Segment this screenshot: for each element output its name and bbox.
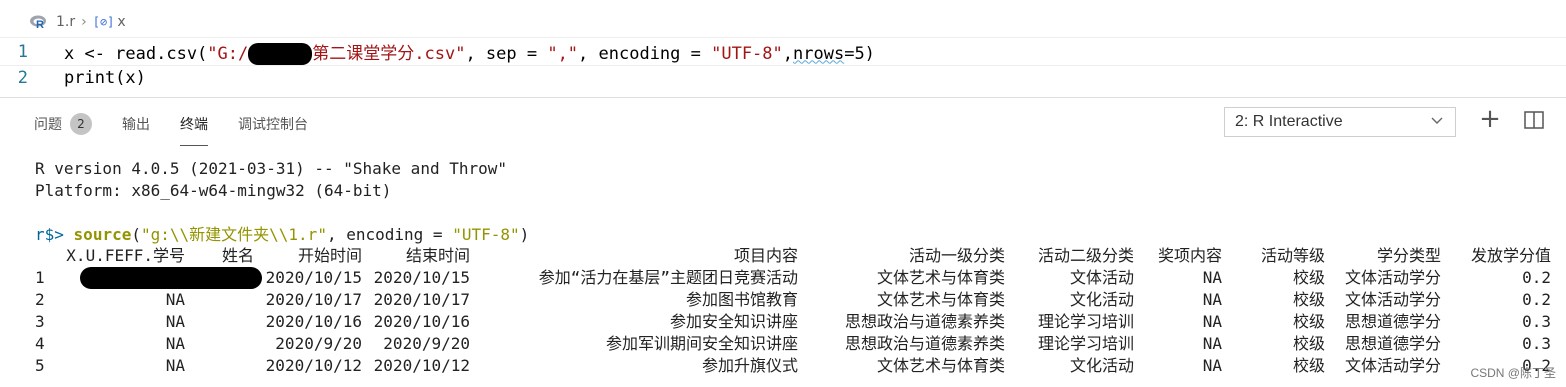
redaction-mark [248, 42, 313, 65]
row-index: 3 [35, 312, 45, 331]
table-cell: 校级 [1292, 312, 1325, 331]
breadcrumb: R 1.r › [⊘] x [30, 12, 126, 32]
table-cell: 校级 [1292, 356, 1325, 375]
table-cell: 参加军训期间安全知识讲座 [605, 334, 798, 353]
table-cell: 参加安全知识讲座 [669, 312, 798, 331]
table-cell: 2020/10/16 [373, 312, 470, 331]
column-header: X.U.FEFF.学号 [66, 246, 185, 265]
tab-problems[interactable]: 问题 2 [34, 110, 92, 138]
column-header: 项目内容 [733, 246, 798, 265]
table-cell: 2020/9/20 [275, 334, 362, 353]
table-cell: NA [1202, 334, 1222, 353]
table-cell: 2020/10/12 [265, 356, 362, 375]
breadcrumb-symbol[interactable]: x [117, 14, 125, 30]
table-cell: 思想政治与道德素养类 [844, 334, 1005, 353]
panel-tabs: 问题 2 输出 终端 调试控制台 [34, 110, 338, 146]
row-index: 4 [35, 334, 45, 353]
variable-icon: [⊘] [92, 15, 115, 29]
table-cell: 参加图书馆教育 [685, 290, 798, 309]
table-cell: 0.3 [1522, 312, 1551, 331]
table-cell: 0.2 [1522, 268, 1551, 287]
table-cell: 文体活动 [1069, 268, 1134, 287]
table-cell: NA [165, 356, 185, 375]
table-cell: 2020/10/15 [373, 268, 470, 287]
line-number: 2 [17, 67, 28, 88]
column-header: 姓名 [221, 246, 254, 265]
column-header: 活动等级 [1260, 246, 1325, 265]
plus-icon[interactable]: + [1478, 106, 1502, 132]
redaction-mark [80, 267, 262, 289]
tab-terminal[interactable]: 终端 [180, 110, 208, 146]
table-cell: 思想道德学分 [1344, 334, 1441, 353]
split-editor-icon[interactable] [1524, 111, 1544, 129]
column-header: 结束时间 [405, 246, 470, 265]
breadcrumb-file[interactable]: 1.r [56, 14, 75, 30]
table-cell: 理论学习培训 [1037, 334, 1134, 353]
r-file-icon: R [30, 15, 48, 29]
table-cell: 校级 [1292, 334, 1325, 353]
table-cell: 文体活动学分 [1344, 356, 1441, 375]
table-cell: 文体活动学分 [1344, 290, 1441, 309]
table-cell: 2020/10/17 [373, 290, 470, 309]
table-cell: NA [165, 312, 185, 331]
platform-line: Platform: x86_64-w64-mingw32 (64-bit) [35, 181, 392, 200]
column-header: 开始时间 [297, 246, 362, 265]
command-line: r$> source("g:\\新建文件夹\\1.r", encoding = … [35, 225, 530, 244]
tab-debug-console[interactable]: 调试控制台 [238, 110, 308, 138]
table-cell: NA [1202, 356, 1222, 375]
terminal-select[interactable]: 2: R Interactive [1224, 107, 1456, 137]
table-cell: NA [165, 334, 185, 353]
table-cell: 文体艺术与体育类 [876, 356, 1005, 375]
row-index: 1 [35, 268, 45, 287]
terminal-select-value: 2: R Interactive [1235, 113, 1343, 130]
table-cell: NA [1202, 312, 1222, 331]
chevron-right-icon: › [81, 14, 87, 30]
terminal-output[interactable]: R version 4.0.5 (2021-03-31) -- "Shake a… [0, 155, 1566, 387]
column-header: 奖项内容 [1157, 246, 1222, 265]
code-text: print(x) [64, 67, 146, 88]
table-cell: 2020/10/15 [265, 268, 362, 287]
code-editor[interactable]: R 1.r › [⊘] x 1 x <- read.csv("G:/第二课堂学分… [0, 0, 1566, 96]
code-line-1[interactable]: 1 x <- read.csv("G:/第二课堂学分.csv", sep = "… [0, 37, 1566, 66]
problems-count-badge: 2 [70, 113, 92, 135]
table-cell: 2020/10/12 [373, 356, 470, 375]
svg-text:R: R [36, 19, 44, 29]
column-header: 发放学分值 [1470, 246, 1551, 265]
table-cell: 文化活动 [1069, 356, 1134, 375]
row-index: 5 [35, 356, 45, 375]
table-cell: 思想政治与道德素养类 [844, 312, 1005, 331]
table-cell: NA [1202, 268, 1222, 287]
table-cell: NA [1202, 290, 1222, 309]
table-cell: 思想道德学分 [1344, 312, 1441, 331]
r-version-line: R version 4.0.5 (2021-03-31) -- "Shake a… [35, 159, 508, 178]
table-cell: 校级 [1292, 268, 1325, 287]
table-cell: 2020/9/20 [383, 334, 470, 353]
table-cell: 文体艺术与体育类 [876, 290, 1005, 309]
row-index: 2 [35, 290, 45, 309]
table-cell: 文化活动 [1069, 290, 1134, 309]
chevron-down-icon [1431, 114, 1443, 128]
table-cell: 0.2 [1522, 290, 1551, 309]
watermark: CSDN @陈丁圣 [1470, 366, 1556, 380]
code-line-2[interactable]: 2 print(x) [0, 64, 1566, 91]
line-number: 1 [17, 41, 28, 62]
bottom-panel: 问题 2 输出 终端 调试控制台 2: R Interactive + R ve… [0, 97, 1566, 387]
table-cell: 校级 [1292, 290, 1325, 309]
table-cell: 2020/10/16 [265, 312, 362, 331]
code-text: x <- read.csv("G:/第二课堂学分.csv", sep = ","… [64, 42, 875, 65]
table-cell: 2020/10/17 [265, 290, 362, 309]
column-header: 活动二级分类 [1037, 246, 1134, 265]
table-cell: 参加升旗仪式 [701, 356, 798, 375]
table-cell: 文体活动学分 [1344, 268, 1441, 287]
table-cell: 理论学习培训 [1037, 312, 1134, 331]
table-cell: 参加“活力在基层”主题团日竞赛活动 [538, 268, 798, 287]
column-header: 活动一级分类 [908, 246, 1005, 265]
table-cell: 文体艺术与体育类 [876, 268, 1005, 287]
table-cell: 0.3 [1522, 334, 1551, 353]
column-header: 学分类型 [1376, 246, 1441, 265]
tab-output[interactable]: 输出 [122, 110, 150, 138]
table-cell: NA [165, 290, 185, 309]
